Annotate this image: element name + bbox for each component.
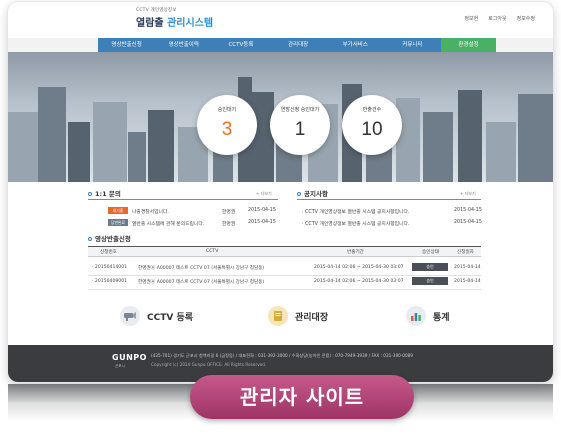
nav-cctv-register[interactable]: CCTV등록 <box>212 38 269 52</box>
requests-table-header: 신청번호 CCTV 반출기간 승인상태 신청일자 <box>88 246 481 257</box>
qna-row-date: 2015-04-15 <box>248 220 276 225</box>
footer-copyright: Copyright (c) 2014 Gunpo OFFICE. All Rig… <box>151 362 267 367</box>
stat-export-count[interactable]: 반출건수 10 <box>342 95 402 155</box>
footer-logo-sub: 군포시 <box>115 364 125 368</box>
util-user-link[interactable]: 정보현 <box>464 15 478 22</box>
logo-title: 열람출 관리시스템 <box>136 18 214 29</box>
ledger-book-icon <box>268 306 288 326</box>
nav-settings[interactable]: 환경설정 <box>441 38 497 52</box>
request-cctv: 한명권Ⓐ A00007 테스트 CCTV 07 (서울특별시 강남구 청담동) <box>138 280 265 285</box>
requests-title: 영상반출신청 <box>88 233 131 243</box>
util-edit-info-link[interactable]: 정보수정 <box>517 15 535 22</box>
approve-status-button[interactable]: 승인 <box>412 263 448 271</box>
nav-community[interactable]: 커뮤니티 <box>384 38 441 52</box>
site-header: CCTV 개인영상정보 열람출 관리시스템 정보현 로그아웃 정보수정 <box>8 2 553 38</box>
nav-extra-services[interactable]: 부가서비스 <box>327 38 384 52</box>
screenshot-frame: CCTV 개인영상정보 열람출 관리시스템 정보현 로그아웃 정보수정 영상반출… <box>8 2 553 382</box>
request-period: 2015-04-14 02:06 ~ 2015-04-30 03:07 <box>314 265 404 270</box>
request-no[interactable]: · 20150409001 <box>92 279 127 284</box>
admin-site-banner: 관리자 사이트 <box>190 375 414 419</box>
qna-title: 1:1 문의 <box>88 188 121 198</box>
notice-row-title[interactable]: · CCTV 개인영상정보 열반출 시스템 공지사항입니다. <box>302 208 409 215</box>
notice-row-date: 2015-04-15 <box>454 208 482 213</box>
request-date: 2015-04-14 <box>454 279 481 284</box>
notice-row-title[interactable]: · CCTV 개인영상정보 열반출 시스템 공지사항입니다. <box>302 220 409 227</box>
nav-video-export-history[interactable]: 영상반출이력 <box>155 38 212 52</box>
request-no[interactable]: · 20150414001 <box>92 265 127 270</box>
hero-cityscape: 승인대기 3 연장신청 승인대기 1 반출건수 10 <box>8 52 553 182</box>
main-nav: 영상반출신청 영상반출이력 CCTV등록 관리대장 부가서비스 커뮤니티 환경설… <box>8 38 553 52</box>
quick-link-cctv-register[interactable]: CCTV 등록 <box>120 306 193 326</box>
util-logout-link[interactable]: 로그아웃 <box>488 15 506 22</box>
utility-links: 정보현 로그아웃 정보수정 <box>464 15 535 22</box>
cctv-camera-icon <box>120 306 140 326</box>
qna-more-link[interactable]: + 더보기 <box>256 191 272 197</box>
qna-row-title[interactable]: 열반출 시스템에 관해 문의드립니다. <box>132 220 204 227</box>
quick-link-management-ledger[interactable]: 관리대장 <box>268 306 328 326</box>
approve-status-button[interactable]: 승인 <box>412 277 448 285</box>
qna-row-title[interactable]: 나출경찰서입니다. <box>132 208 169 215</box>
logo-subtitle: CCTV 개인영상정보 <box>136 8 177 13</box>
request-date: 2015-04-14 <box>454 265 481 270</box>
request-cctv: 한명권Ⓐ A00007 테스트 CCTV 07 (서울특별시 강남구 청담동) <box>138 266 265 271</box>
quick-link-statistics[interactable]: 통계 <box>406 306 450 326</box>
notice-title: 공지사항 <box>297 188 328 198</box>
nav-video-export-request[interactable]: 영상반출신청 <box>98 38 155 52</box>
qna-row-date: 2015-04-15 <box>248 208 276 213</box>
stat-pending-approval[interactable]: 승인대기 3 <box>197 95 257 155</box>
bar-chart-icon <box>406 306 426 326</box>
footer-logo: GUNPO <box>112 353 147 362</box>
request-period: 2015-04-14 02:06 ~ 2015-04-30 03:07 <box>314 279 404 284</box>
qna-row-author: 한명권 <box>222 222 236 227</box>
status-badge: 대기중 <box>108 207 128 214</box>
notice-row-date: 2015-04-15 <box>454 220 482 225</box>
notice-more-link[interactable]: + 더보기 <box>460 191 476 197</box>
status-badge: 답변완료 <box>108 219 128 226</box>
stat-extension-pending[interactable]: 연장신청 승인대기 1 <box>270 95 330 155</box>
qna-row-author: 한명권 <box>222 210 236 215</box>
site-logo[interactable]: CCTV 개인영상정보 열람출 관리시스템 <box>136 7 213 29</box>
footer-address: (435-701) 경기도 군포시 청백리길 6 (금정동) / 대표전화 : … <box>151 353 413 358</box>
nav-management-ledger[interactable]: 관리대장 <box>270 38 327 52</box>
